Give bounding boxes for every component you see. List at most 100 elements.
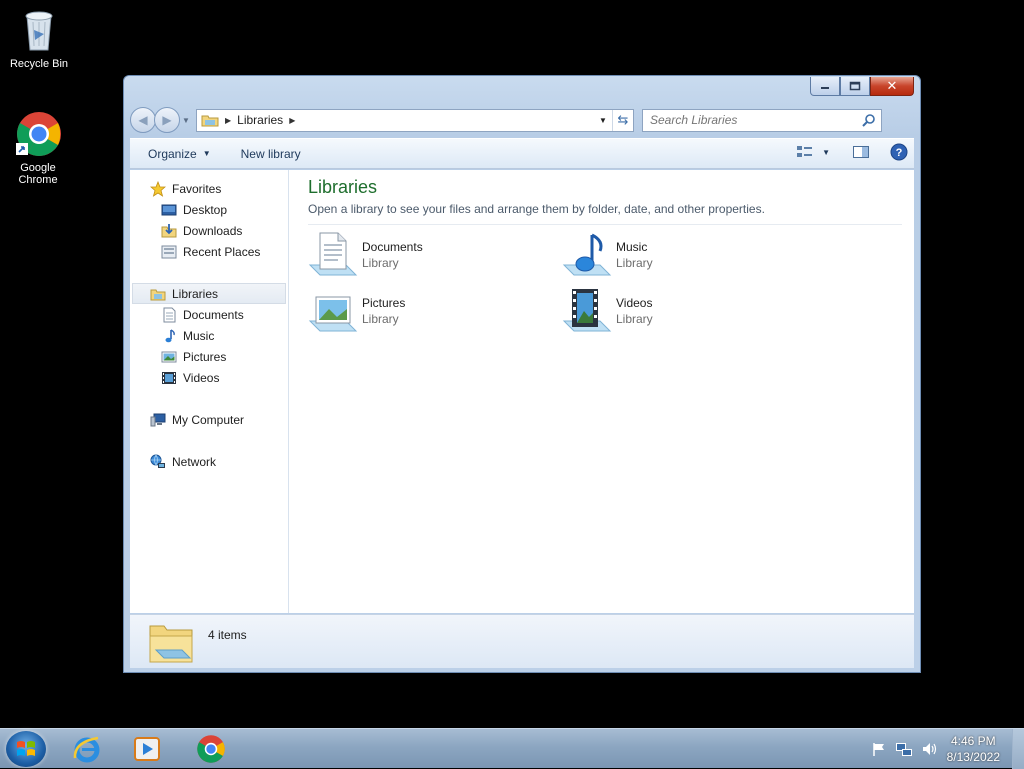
- clock-time: 4:46 PM: [950, 734, 996, 748]
- minimize-icon: [821, 87, 829, 89]
- desktop-icon-label: Recycle Bin: [9, 58, 69, 70]
- videos-library-icon: [562, 287, 612, 335]
- recent-pages-dropdown[interactable]: ▼: [182, 116, 192, 125]
- network-icon: [150, 454, 166, 470]
- nav-libraries[interactable]: Libraries: [132, 283, 286, 304]
- nav-item-label: Pictures: [183, 349, 227, 364]
- organize-button[interactable]: Organize ▼: [130, 147, 223, 161]
- volume-icon: [922, 743, 936, 755]
- taskbar-media-player[interactable]: [120, 732, 174, 766]
- nav-favorites-label: Favorites: [172, 181, 222, 196]
- nav-my-computer[interactable]: My Computer: [130, 409, 288, 430]
- nav-item-label: Recent Places: [183, 244, 261, 259]
- page-subtitle: Open a library to see your files and arr…: [308, 202, 902, 225]
- libraries-folder-icon: [201, 115, 219, 127]
- computer-icon: [150, 412, 166, 428]
- nav-item-recent-places[interactable]: Recent Places: [130, 241, 288, 262]
- help-button[interactable]: ?: [890, 143, 908, 161]
- internet-explorer-icon: [73, 736, 100, 763]
- library-music[interactable]: Music Library: [562, 231, 816, 279]
- windows-logo-icon: [17, 741, 35, 756]
- search-icon[interactable]: [861, 113, 877, 129]
- refresh-icon: ⇆: [617, 112, 629, 127]
- media-player-icon: [134, 737, 160, 761]
- taskbar-chrome[interactable]: [184, 732, 238, 766]
- search-input[interactable]: [650, 113, 850, 127]
- desktop-icon-recycle-bin[interactable]: Recycle Bin: [1, 6, 77, 70]
- maximize-icon: [849, 81, 861, 91]
- command-bar: Organize ▼ New library ▼ ?: [130, 138, 914, 169]
- library-name: Videos: [616, 296, 653, 310]
- nav-item-label: Downloads: [183, 223, 243, 238]
- library-videos[interactable]: Videos Library: [562, 287, 816, 335]
- close-button[interactable]: ✕: [870, 77, 914, 96]
- libraries-folder-icon: [148, 620, 194, 664]
- library-pictures[interactable]: Pictures Library: [308, 287, 562, 335]
- new-library-button[interactable]: New library: [223, 147, 313, 161]
- desktop-icon: [161, 202, 177, 218]
- documents-library-icon: [308, 231, 358, 279]
- volume-button[interactable]: [921, 741, 939, 757]
- chevron-down-icon: ▼: [599, 115, 607, 125]
- change-view-button[interactable]: ▼: [796, 144, 830, 160]
- nav-item-desktop[interactable]: Desktop: [130, 199, 288, 220]
- minimize-button[interactable]: [810, 77, 840, 96]
- chevron-down-icon[interactable]: ▼: [822, 148, 830, 157]
- forward-button[interactable]: ▶: [154, 107, 180, 133]
- nav-item-music[interactable]: Music: [130, 325, 288, 346]
- start-button[interactable]: [6, 731, 46, 767]
- library-type: Library: [616, 256, 653, 270]
- library-name: Pictures: [362, 296, 406, 310]
- view-options-icon: [797, 146, 813, 157]
- nav-my-computer-label: My Computer: [172, 412, 245, 427]
- network-status-icon: [895, 743, 912, 756]
- breadcrumb-separator-icon[interactable]: ▶: [225, 116, 231, 125]
- library-documents[interactable]: Documents Library: [308, 231, 562, 279]
- svg-text:?: ?: [896, 147, 903, 159]
- refresh-button[interactable]: ⇆: [612, 109, 633, 131]
- organize-label: Organize: [148, 146, 197, 161]
- nav-item-videos[interactable]: Videos: [130, 367, 288, 388]
- explorer-window: ✕ ◀ ▶ ▼ ▶ Libraries ▶ ▼ ⇆ Organize: [123, 75, 921, 673]
- pictures-library-icon: [308, 287, 358, 335]
- action-center-button[interactable]: [871, 741, 887, 757]
- clock[interactable]: 4:46 PM 8/13/2022: [947, 733, 1000, 765]
- nav-item-downloads[interactable]: Downloads: [130, 220, 288, 241]
- breadcrumb-separator-icon[interactable]: ▶: [289, 116, 295, 125]
- nav-favorites[interactable]: Favorites: [130, 178, 288, 199]
- flag-icon: [872, 743, 884, 756]
- navigation-bar: ◀ ▶ ▼ ▶ Libraries ▶ ▼ ⇆: [130, 106, 914, 134]
- address-dropdown-button[interactable]: ▼: [595, 110, 611, 131]
- preview-pane-icon: [853, 146, 869, 158]
- help-icon: ?: [890, 143, 908, 161]
- breadcrumb-libraries[interactable]: Libraries: [237, 113, 283, 127]
- address-bar[interactable]: ▶ Libraries ▶ ▼ ⇆: [196, 108, 634, 132]
- nav-libraries-label: Libraries: [172, 286, 219, 301]
- network-status-button[interactable]: [895, 741, 913, 757]
- back-arrow-icon: ◀: [138, 113, 148, 127]
- nav-item-label: Videos: [183, 370, 220, 385]
- navigation-pane: Favorites Desktop Downloads Recent Place…: [130, 170, 289, 613]
- caption-buttons: ✕: [810, 77, 914, 96]
- desktop-icon-google-chrome[interactable]: Google Chrome: [0, 110, 76, 186]
- nav-item-documents[interactable]: Documents: [130, 304, 288, 325]
- preview-pane-button[interactable]: [852, 144, 870, 160]
- show-desktop-button[interactable]: [1012, 729, 1024, 769]
- recycle-bin-icon: [15, 6, 63, 54]
- library-type: Library: [362, 312, 399, 326]
- documents-icon: [161, 307, 177, 323]
- back-button[interactable]: ◀: [130, 107, 156, 133]
- nav-item-pictures[interactable]: Pictures: [130, 346, 288, 367]
- main-pane: Libraries Open a library to see your fil…: [289, 170, 914, 613]
- new-library-label: New library: [240, 146, 301, 161]
- page-title: Libraries: [308, 177, 378, 197]
- taskbar-internet-explorer[interactable]: [60, 732, 114, 766]
- close-icon: ✕: [886, 78, 898, 93]
- nav-item-label: Documents: [183, 307, 244, 322]
- nav-item-label: Music: [183, 328, 215, 343]
- maximize-button[interactable]: [840, 77, 870, 96]
- item-count: 4 items: [208, 627, 247, 642]
- search-box: [642, 108, 882, 132]
- music-icon: [161, 328, 177, 344]
- nav-network[interactable]: Network: [130, 451, 288, 472]
